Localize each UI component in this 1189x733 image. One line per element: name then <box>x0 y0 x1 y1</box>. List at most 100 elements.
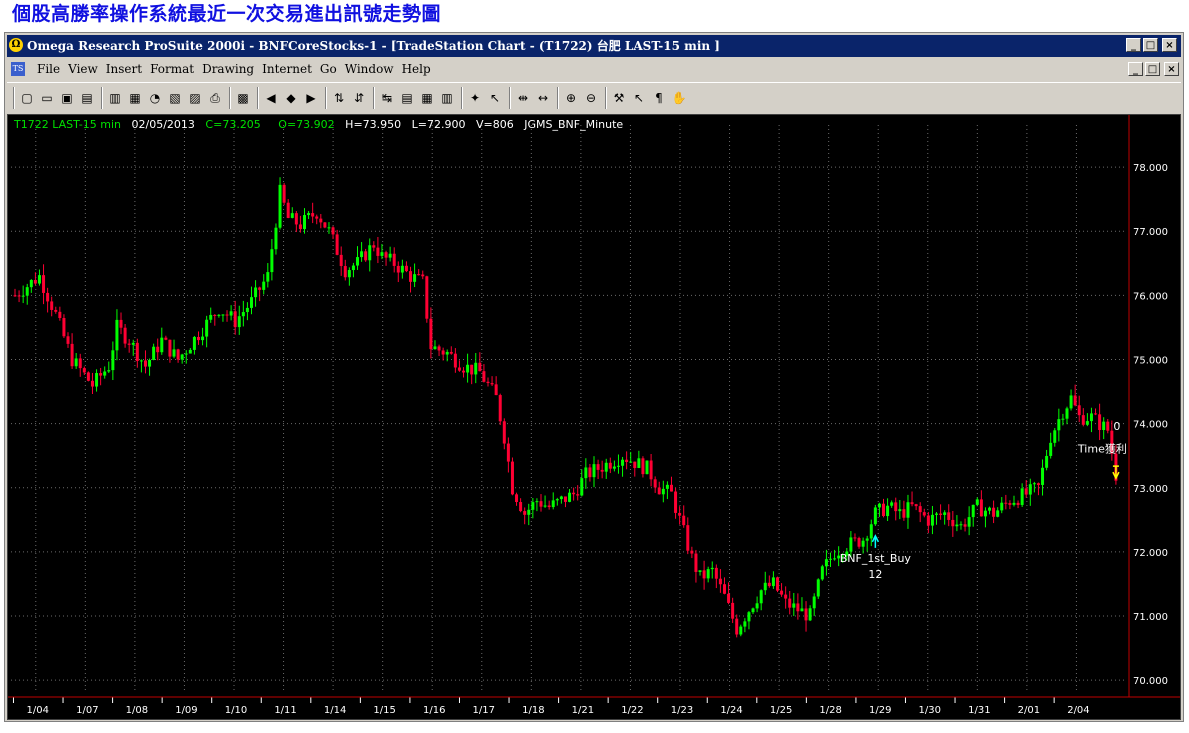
minimize-button[interactable]: _ <box>1126 38 1141 52</box>
insert-prev-icon[interactable]: ◀ <box>261 88 281 108</box>
expert-icon[interactable]: ✦ <box>465 88 485 108</box>
price-bar <box>788 590 792 615</box>
report-icon[interactable]: ▧ <box>165 88 185 108</box>
price-bar-body <box>225 314 229 316</box>
price-bar <box>376 237 380 264</box>
menu-bar: TS File View Insert Format Drawing Inter… <box>7 58 1181 80</box>
menu-file[interactable]: File <box>33 58 64 80</box>
chart-canvas[interactable]: 78.000 77.000 76.000 75.000 74.000 73.000 72.0… <box>8 115 1180 719</box>
price-bar <box>853 533 857 542</box>
price-bar <box>58 306 62 321</box>
price-bar <box>143 350 147 374</box>
price-bar-body <box>506 443 510 462</box>
price-bar-body <box>196 336 200 341</box>
zoom-bars-icon[interactable]: ⇹ <box>513 88 533 108</box>
close-button[interactable]: × <box>1162 38 1177 52</box>
cursor-icon[interactable]: ↖ <box>629 88 649 108</box>
new-icon[interactable]: ▢ <box>17 88 37 108</box>
price-bar <box>152 343 156 361</box>
price-bar-body <box>376 247 380 256</box>
price-bar <box>633 461 637 477</box>
price-bar <box>702 560 706 590</box>
grid-icon[interactable]: ▦ <box>417 88 437 108</box>
price-bar-body <box>1073 395 1077 406</box>
price-bar-body <box>596 464 600 470</box>
menu-internet[interactable]: Internet <box>258 58 316 80</box>
price-bar <box>37 269 41 286</box>
toolbar-separator <box>325 87 327 109</box>
maximize-button[interactable]: □ <box>1143 38 1158 52</box>
insert-next-icon[interactable]: ▶ <box>301 88 321 108</box>
format-indicator-icon[interactable]: ⇅ <box>329 88 349 108</box>
table-icon[interactable]: ▥ <box>437 88 457 108</box>
price-bar-body <box>135 342 139 361</box>
spacing-icon[interactable]: ↔ <box>533 88 553 108</box>
price-bar <box>983 507 987 528</box>
price-bar <box>192 335 196 355</box>
price-bar-body <box>1004 502 1008 504</box>
pointer-icon[interactable]: ↖ <box>485 88 505 108</box>
price-bar-body <box>127 343 131 345</box>
x-tick-label: 2/04 <box>1067 705 1089 716</box>
menu-window[interactable]: Window <box>341 58 398 80</box>
price-bar-body <box>404 265 408 272</box>
price-bar-body <box>462 370 466 373</box>
status-strategy: JGMS_BNF_Minute <box>524 118 624 131</box>
x-tick-label: 1/31 <box>968 705 990 716</box>
menu-help[interactable]: Help <box>398 58 435 80</box>
price-bar <box>384 250 388 266</box>
price-bar-body <box>625 459 629 462</box>
price-bar-body <box>808 608 812 621</box>
menu-format[interactable]: Format <box>146 58 198 80</box>
price-bar <box>347 267 351 286</box>
analysis-icon[interactable]: ▨ <box>185 88 205 108</box>
price-bar <box>767 575 771 588</box>
price-bar <box>572 487 576 501</box>
price-bar-body <box>531 502 535 510</box>
symbol-link-icon[interactable]: ↹ <box>377 88 397 108</box>
insert-mid-icon[interactable]: ◆ <box>281 88 301 108</box>
toolbar-separator <box>257 87 259 109</box>
window-title-bar[interactable]: Ω Omega Research ProSuite 2000i - BNFCor… <box>7 35 1181 57</box>
menu-go[interactable]: Go <box>316 58 341 80</box>
data-window-icon[interactable]: ▤ <box>397 88 417 108</box>
text-icon[interactable]: ¶ <box>649 88 669 108</box>
menu-insert[interactable]: Insert <box>102 58 146 80</box>
print-preview-icon[interactable]: ▥ <box>105 88 125 108</box>
price-bar <box>873 504 877 526</box>
format-strategy-icon[interactable]: ⇵ <box>349 88 369 108</box>
doc-restore-button[interactable]: □ <box>1145 62 1160 76</box>
zoom-in-icon[interactable]: ⊕ <box>561 88 581 108</box>
price-bar <box>898 500 902 520</box>
price-bar-body <box>425 276 429 319</box>
price-bar-body <box>46 292 50 302</box>
price-bar-body <box>755 603 759 609</box>
price-bar <box>1085 413 1089 427</box>
app-logo-icon: Ω <box>9 38 23 52</box>
chart-status-line: T1722 LAST-15 min 02/05/2013 C=73.205 O=… <box>14 118 623 131</box>
print-icon[interactable]: ⎙ <box>205 88 225 108</box>
doc-minimize-button[interactable]: _ <box>1128 62 1143 76</box>
price-bar <box>201 327 205 346</box>
open-folder-icon[interactable]: ▤ <box>77 88 97 108</box>
pie-icon[interactable]: ◔ <box>145 88 165 108</box>
menu-view[interactable]: View <box>64 58 102 80</box>
price-bar-body <box>54 309 58 312</box>
hand-icon[interactable]: ✋ <box>669 88 689 108</box>
doc-close-button[interactable]: × <box>1164 62 1179 76</box>
chart-document-icon[interactable]: TS <box>11 62 25 76</box>
save-all-icon[interactable]: ▣ <box>57 88 77 108</box>
tools-icon[interactable]: ⚒ <box>609 88 629 108</box>
price-bar-body <box>131 342 135 345</box>
price-bar-body <box>372 245 376 248</box>
open-icon[interactable]: ▭ <box>37 88 57 108</box>
menu-drawing[interactable]: Drawing <box>198 58 258 80</box>
price-bar-body <box>833 558 837 560</box>
bar-chart-icon[interactable]: ▦ <box>125 88 145 108</box>
price-bar <box>319 213 323 229</box>
price-bar <box>824 549 828 576</box>
properties-icon[interactable]: ▩ <box>233 88 253 108</box>
price-bar-body <box>751 608 755 613</box>
price-chart[interactable]: 78.000 77.000 76.000 75.000 74.000 73.000 72.0… <box>7 114 1181 720</box>
zoom-out-icon[interactable]: ⊖ <box>581 88 601 108</box>
